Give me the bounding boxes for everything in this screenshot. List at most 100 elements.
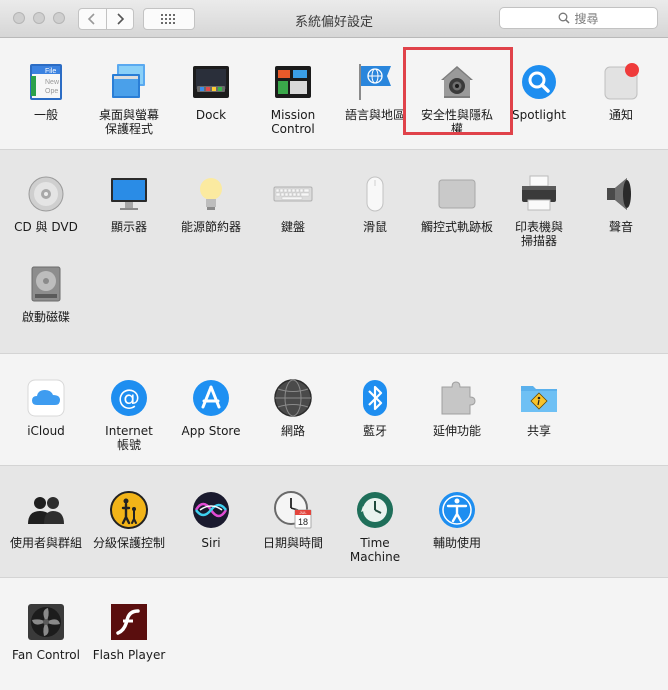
svg-text:New: New [45, 79, 60, 86]
flash-player-icon [111, 604, 147, 640]
section-system: 使用者與群組 分級保護控制 Siri JUL 18 日期與時間 Time Mac… [0, 466, 668, 578]
section-hardware: CD 與 DVD 顯示器 能源節約器 鍵盤 滑鼠 觸控式軌跡板 印表機與 掃描器… [0, 150, 668, 354]
pane-cd-dvd[interactable]: CD 與 DVD [5, 174, 87, 234]
siri-icon [193, 492, 229, 528]
navigation-buttons [78, 8, 134, 30]
pane-label: 印表機與 掃描器 [514, 220, 563, 248]
pane-label: 鍵盤 [280, 220, 305, 234]
pane-security-privacy[interactable]: 安全性與隱私權 [416, 62, 498, 136]
pane-label: 滑鼠 [362, 220, 387, 234]
pane-sound[interactable]: 聲音 [580, 174, 662, 234]
bluetooth-icon [363, 380, 387, 416]
security-privacy-icon [441, 66, 473, 98]
date-time-icon: JUL 18 [274, 491, 312, 529]
pane-extensions[interactable]: 延伸功能 [416, 378, 498, 438]
zoom-window-button[interactable] [53, 12, 65, 24]
pane-label: 桌面與螢幕 保護程式 [98, 108, 159, 136]
pane-displays[interactable]: 顯示器 [88, 174, 170, 234]
search-field[interactable]: 搜尋 [499, 7, 658, 29]
pane-desktop-screensaver[interactable]: 桌面與螢幕 保護程式 [88, 62, 170, 136]
pane-label: 觸控式軌跡板 [420, 220, 493, 234]
sharing-icon [521, 386, 557, 412]
pane-label: 語言與地區 [344, 108, 405, 122]
svg-text:@: @ [118, 386, 140, 411]
pane-flash-player[interactable]: Flash Player [88, 602, 170, 662]
pane-sharing[interactable]: 共享 [498, 378, 580, 438]
pane-startup-disk[interactable]: 啟動磁碟 [5, 264, 87, 324]
svg-text:18: 18 [298, 517, 308, 527]
cd-dvd-icon [28, 176, 64, 212]
minimize-window-button[interactable] [33, 12, 45, 24]
pane-users-groups[interactable]: 使用者與群組 [5, 490, 87, 550]
notifications-icon [604, 63, 639, 100]
chevron-right-icon [117, 13, 124, 25]
pane-label: 聲音 [608, 220, 633, 234]
search-placeholder: 搜尋 [574, 11, 599, 26]
trackpad-icon [438, 179, 476, 209]
pane-icloud[interactable]: iCloud [5, 378, 87, 438]
pane-siri[interactable]: Siri [170, 490, 252, 550]
pane-spotlight[interactable]: Spotlight [498, 62, 580, 122]
pane-label: CD 與 DVD [14, 220, 78, 234]
pane-time-machine[interactable]: Time Machine [334, 490, 416, 564]
pane-label: App Store [181, 424, 241, 438]
pane-language-region[interactable]: 語言與地區 [334, 62, 416, 122]
back-button[interactable] [79, 9, 106, 29]
pane-label: Time Machine [349, 536, 401, 564]
pane-label: 延伸功能 [432, 424, 481, 438]
pane-label: 輔助使用 [432, 536, 481, 550]
users-groups-icon [28, 497, 64, 524]
section-other: Fan Control Flash Player [0, 578, 668, 690]
time-machine-icon [357, 492, 393, 528]
pane-label: 一般 [33, 108, 58, 122]
pane-label: 分級保護控制 [92, 536, 165, 550]
pane-parental-controls[interactable]: 分級保護控制 [88, 490, 170, 550]
printer-scanner-icon [522, 175, 556, 211]
pane-label: 藍牙 [362, 424, 387, 438]
pane-internet-accounts[interactable]: @ Internet 帳號 [88, 378, 170, 452]
forward-button[interactable] [105, 9, 134, 29]
displays-icon [111, 178, 147, 210]
close-window-button[interactable] [13, 12, 25, 24]
pane-label: Dock [195, 108, 227, 122]
pane-label: 日期與時間 [262, 536, 323, 550]
toolbar: 系統偏好設定 搜尋 [0, 0, 668, 38]
pane-label: 通知 [608, 108, 633, 122]
section-personal: File New Ope 一般 桌面與螢幕 保護程式 Dock Mission … [0, 38, 668, 150]
pane-mouse[interactable]: 滑鼠 [334, 174, 416, 234]
system-preferences-window: 系統偏好設定 搜尋 File New Ope 一般 桌面與螢幕 保護程式 Doc… [0, 0, 668, 690]
pane-printers-scanners[interactable]: 印表機與 掃描器 [498, 174, 580, 248]
app-store-icon [193, 380, 229, 416]
pane-dock[interactable]: Dock [170, 62, 252, 122]
accessibility-icon [439, 492, 475, 528]
pane-energy-saver[interactable]: 能源節約器 [170, 174, 252, 234]
pane-app-store[interactable]: App Store [170, 378, 252, 438]
pane-label: Flash Player [92, 648, 166, 662]
pane-label: Fan Control [12, 648, 80, 662]
show-all-button[interactable] [143, 8, 195, 30]
extensions-icon [441, 381, 476, 415]
fan-control-icon [28, 604, 64, 640]
pane-trackpad[interactable]: 觸控式軌跡板 [416, 174, 498, 234]
pane-notifications[interactable]: 通知 [580, 62, 662, 122]
grid-icon [161, 14, 175, 24]
pane-label: 啟動磁碟 [21, 310, 70, 324]
svg-text:File: File [45, 68, 56, 75]
pane-label: Mission Control [270, 108, 316, 136]
mouse-icon [366, 176, 384, 212]
network-icon [274, 379, 312, 417]
pane-general[interactable]: File New Ope 一般 [5, 62, 87, 122]
sound-icon [607, 178, 631, 210]
pane-label: Siri [201, 536, 221, 550]
pane-date-time[interactable]: JUL 18 日期與時間 [252, 490, 334, 550]
language-region-icon [359, 64, 391, 100]
pane-label: 能源節約器 [180, 220, 241, 234]
pane-mission-control[interactable]: Mission Control [252, 62, 334, 136]
pane-label: 使用者與群組 [9, 536, 82, 550]
pane-bluetooth[interactable]: 藍牙 [334, 378, 416, 438]
pane-keyboard[interactable]: 鍵盤 [252, 174, 334, 234]
pane-fan-control[interactable]: Fan Control [5, 602, 87, 662]
pane-network[interactable]: 網路 [252, 378, 334, 438]
mission-control-icon [275, 66, 311, 98]
pane-accessibility[interactable]: 輔助使用 [416, 490, 498, 550]
